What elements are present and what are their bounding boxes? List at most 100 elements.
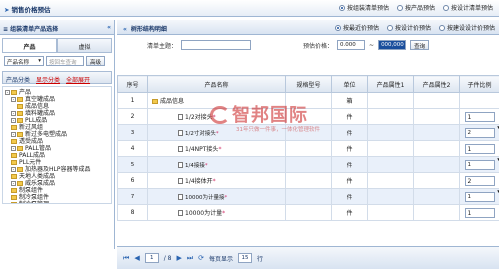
collapse-left-icon[interactable]: « bbox=[107, 24, 111, 31]
tree-node[interactable]: -产品 bbox=[5, 89, 109, 96]
last-page-icon[interactable]: ⏭ bbox=[187, 254, 193, 263]
first-page-icon[interactable]: ⏮ bbox=[123, 254, 129, 263]
unit-cell: 件 bbox=[332, 141, 368, 157]
expander-icon[interactable]: - bbox=[11, 118, 16, 123]
required-mark-icon: * bbox=[222, 210, 225, 217]
show-category-link[interactable]: 显示分类 bbox=[36, 75, 60, 80]
per-page-select[interactable]: 15 bbox=[238, 253, 252, 263]
tab-virtual[interactable]: 虚拟 bbox=[57, 38, 112, 52]
price-to-input[interactable]: 000,000 bbox=[378, 40, 406, 50]
model-cell bbox=[286, 93, 332, 109]
attr2-cell bbox=[414, 141, 460, 157]
tab-product[interactable]: 产品 bbox=[2, 38, 57, 52]
unit-cell: 件 bbox=[332, 205, 368, 221]
table-row[interactable]: 61/4接体开*件2 bbox=[118, 173, 499, 189]
radio-label: 按设计清单预估 bbox=[451, 3, 493, 12]
collapse-right-icon[interactable]: « bbox=[123, 26, 127, 33]
tree-node[interactable]: - PALL管品 bbox=[5, 145, 109, 152]
table-row[interactable]: 51/4接接*件1 bbox=[118, 157, 499, 173]
col-header[interactable]: 子件比例 bbox=[460, 76, 499, 93]
table-row[interactable]: 710000为计量接*件1 bbox=[118, 189, 499, 205]
ratio-input[interactable]: 2 bbox=[465, 128, 495, 138]
model-cell bbox=[286, 157, 332, 173]
attr1-cell bbox=[368, 205, 414, 221]
unit-cell: 件 bbox=[332, 189, 368, 205]
product-name: 1/4接体开 bbox=[185, 178, 213, 185]
tree-node-label: 威乐泵成品 bbox=[25, 180, 55, 187]
radio-design-price[interactable]: 按设计价预估 bbox=[387, 23, 431, 32]
product-name-cell: 1/4NPT接头* bbox=[148, 141, 286, 157]
tree-node-label: PALL管品 bbox=[25, 145, 51, 152]
col-header[interactable]: 产品名称 bbox=[148, 76, 286, 93]
tree-node[interactable]: 透受成品 bbox=[5, 138, 109, 145]
table-row[interactable]: 810000为计量*件1 bbox=[118, 205, 499, 221]
tree-node[interactable]: 制冷泵管理 bbox=[5, 201, 109, 204]
radio-dot-icon bbox=[335, 25, 341, 31]
search-input[interactable]: 按回车查询 bbox=[46, 56, 84, 66]
expander-icon[interactable]: - bbox=[11, 97, 16, 102]
table-row[interactable]: 21/2对接头*件1 bbox=[118, 109, 499, 125]
tree-node[interactable]: PLL元件 bbox=[5, 159, 109, 166]
expander-icon[interactable]: - bbox=[11, 146, 16, 151]
expander-icon[interactable]: - bbox=[11, 181, 16, 186]
ratio-input[interactable]: 1 bbox=[465, 160, 495, 170]
ratio-input[interactable]: 1 bbox=[465, 192, 495, 202]
tree-node[interactable]: -PLL成品 bbox=[5, 117, 109, 124]
radio-build-design-price[interactable]: 按建设设计价预估 bbox=[439, 23, 495, 32]
col-header[interactable]: 产品属性1 bbox=[368, 76, 414, 93]
tree-node[interactable]: 制冷泵组件 bbox=[5, 194, 109, 201]
expander-icon[interactable]: - bbox=[11, 111, 16, 116]
list-theme-input[interactable] bbox=[181, 40, 251, 50]
search-field-select[interactable]: 产品名称 bbox=[4, 56, 44, 66]
tree-node[interactable]: PALL成品 bbox=[5, 152, 109, 159]
col-header[interactable]: 产品属性2 bbox=[414, 76, 460, 93]
radio-product[interactable]: 按产品预估 bbox=[397, 3, 435, 12]
expander-icon[interactable]: - bbox=[11, 132, 16, 137]
ratio-input[interactable]: 1 bbox=[465, 144, 495, 154]
tree-node[interactable]: -新过多电塑成品 bbox=[5, 131, 109, 138]
document-icon bbox=[178, 162, 183, 168]
tree-node[interactable]: -加热器及HLP容器等成品 bbox=[5, 166, 109, 173]
unit-cell: 箱 bbox=[332, 93, 368, 109]
col-header[interactable]: 序号 bbox=[118, 76, 148, 93]
model-cell bbox=[286, 205, 332, 221]
refresh-icon[interactable]: ⟳ bbox=[198, 254, 204, 262]
tree-node[interactable]: 制泵组件 bbox=[5, 187, 109, 194]
filter-row: 清单主题： 预估价格： 0.000 ~ 000,000 查询 bbox=[117, 35, 499, 55]
attr2-cell bbox=[414, 189, 460, 205]
folder-icon bbox=[17, 97, 23, 102]
radio-label: 按产品预估 bbox=[405, 3, 435, 12]
table-row[interactable]: 41/4NPT接头*件1 bbox=[118, 141, 499, 157]
tree-node[interactable]: 成品信息 bbox=[5, 103, 109, 110]
expand-all-link[interactable]: 全部展开 bbox=[66, 75, 90, 80]
ratio-input[interactable]: 1 bbox=[465, 112, 495, 122]
next-page-icon[interactable]: ▶ bbox=[176, 254, 181, 262]
attr1-cell bbox=[368, 93, 414, 109]
col-header[interactable]: 规格型号 bbox=[286, 76, 332, 93]
tree-node-label: 透受成品 bbox=[19, 138, 43, 145]
col-header[interactable]: 单位 bbox=[332, 76, 368, 93]
folder-icon bbox=[17, 118, 23, 123]
prev-page-icon[interactable]: ◀ bbox=[134, 254, 139, 262]
expander-icon[interactable]: - bbox=[5, 90, 10, 95]
ratio-input[interactable]: 1 bbox=[465, 208, 495, 218]
radio-design-list[interactable]: 按设计清单预估 bbox=[443, 3, 493, 12]
advanced-search-button[interactable]: 高级 bbox=[86, 56, 105, 66]
tree-node[interactable]: -填料罐成品 bbox=[5, 110, 109, 117]
attr2-cell bbox=[414, 157, 460, 173]
radio-assembly-list[interactable]: 按组装清单预估 bbox=[339, 3, 389, 12]
tree-node[interactable]: 新过风组 bbox=[5, 124, 109, 131]
table-row[interactable]: 1成品信息箱 bbox=[118, 93, 499, 109]
folder-icon bbox=[152, 99, 158, 104]
radio-recent-price[interactable]: 按最近价预估 bbox=[335, 23, 379, 32]
tree-node[interactable]: 天地人类成品 bbox=[5, 173, 109, 180]
table-row[interactable]: 31/2寸对接头*件2 bbox=[118, 125, 499, 141]
page-input[interactable]: 1 bbox=[145, 253, 159, 263]
expander-icon[interactable]: - bbox=[11, 167, 16, 172]
ratio-input[interactable]: 2 bbox=[465, 176, 495, 186]
unit-cell: 件 bbox=[332, 109, 368, 125]
price-from-input[interactable]: 0.000 bbox=[337, 40, 365, 50]
tree-node[interactable]: - 威乐泵成品 bbox=[5, 180, 109, 187]
query-button[interactable]: 查询 bbox=[410, 40, 429, 50]
tree-node[interactable]: -真空罐成品 bbox=[5, 96, 109, 103]
